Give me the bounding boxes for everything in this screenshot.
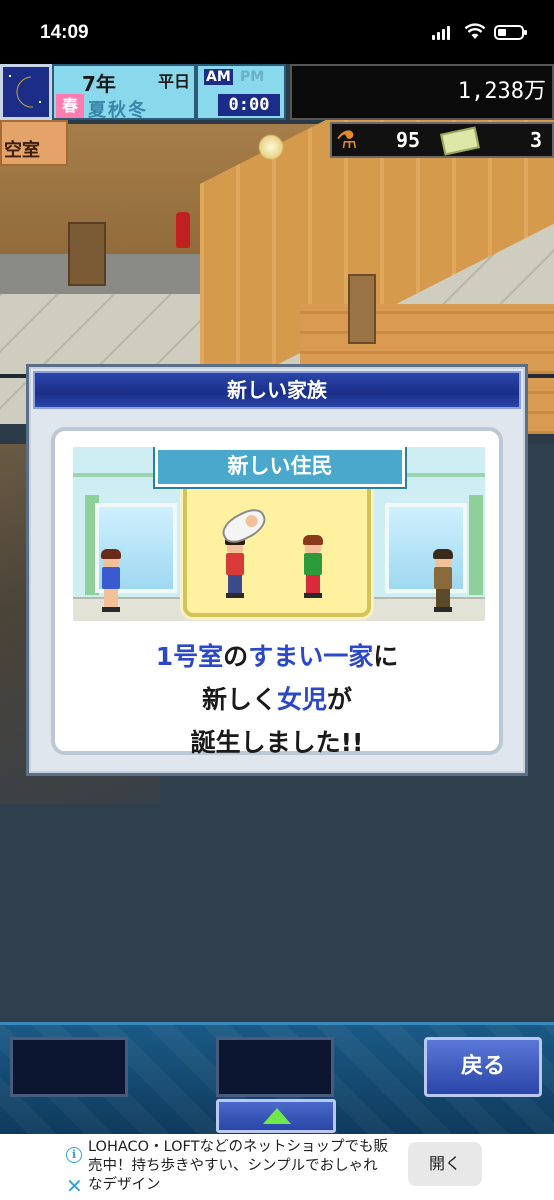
battery-icon bbox=[494, 25, 527, 40]
message-text: の bbox=[223, 642, 249, 671]
ad-open-button[interactable]: 開く bbox=[408, 1142, 482, 1186]
close-icon[interactable]: ✕ bbox=[66, 1176, 83, 1196]
fire-extinguisher-icon bbox=[176, 212, 190, 248]
baby-gender: 女児 bbox=[276, 685, 327, 714]
room-number: 1号室 bbox=[155, 642, 224, 671]
expand-menu-button[interactable] bbox=[216, 1099, 336, 1133]
bottom-toolbar: 戻る bbox=[0, 1022, 554, 1134]
room-door[interactable] bbox=[348, 274, 376, 344]
spotlight-panel bbox=[183, 473, 371, 617]
status-bar: 14:09 bbox=[0, 0, 554, 64]
message-line-1: 1号室のすまい一家に bbox=[55, 635, 499, 678]
year-label: 7年 bbox=[82, 72, 116, 96]
new-resident-label: 新しい住民 bbox=[153, 447, 407, 489]
other-seasons: 夏秋冬 bbox=[88, 100, 148, 121]
message-text: 新しく bbox=[201, 685, 277, 714]
resident-girl-sprite bbox=[101, 549, 121, 613]
back-button[interactable]: 戻る bbox=[424, 1037, 542, 1097]
message-text: が bbox=[327, 685, 353, 714]
message-text: に bbox=[373, 642, 399, 671]
research-flask-icon: ⚗ bbox=[336, 126, 358, 154]
day-type-label: 平日 bbox=[158, 72, 191, 91]
clock-time: 0:00 bbox=[218, 94, 280, 116]
cellular-signal-icon bbox=[432, 26, 450, 40]
ticket-icon bbox=[440, 126, 480, 156]
mother-sprite bbox=[303, 535, 323, 599]
dialog-content: 新しい住民 1号室のすまい一家に 新しく女児が 誕生しました!! bbox=[51, 427, 503, 757]
arrow-up-icon bbox=[263, 1108, 291, 1124]
ceiling-lamp-icon bbox=[258, 134, 284, 160]
calendar-panel: 7年 平日 春 夏秋冬 bbox=[52, 64, 196, 121]
room-status-label: 空室 bbox=[0, 120, 68, 166]
ad-text[interactable]: LOHACO・LOFTなどのネットショップでも販売中！持ち歩きやすい、シンプルで… bbox=[88, 1138, 388, 1195]
birth-message: 1号室のすまい一家に 新しく女児が 誕生しました!! bbox=[55, 635, 499, 764]
father-sprite bbox=[225, 535, 245, 599]
research-points: 95 bbox=[396, 128, 421, 152]
ad-banner[interactable]: i ✕ LOHACO・LOFTなどのネットショップでも販売中！持ち歩きやすい、シ… bbox=[0, 1134, 554, 1200]
night-moon-icon[interactable] bbox=[0, 64, 52, 120]
resident-man-sprite bbox=[433, 549, 453, 613]
resources-panel: ⚗ 95 3 bbox=[330, 122, 554, 158]
clock-panel: AM PM 0:00 bbox=[196, 64, 286, 120]
status-time: 14:09 bbox=[40, 22, 89, 43]
toolbar-slot-center[interactable] bbox=[216, 1037, 334, 1097]
wifi-icon bbox=[464, 23, 486, 39]
current-season: 春 bbox=[56, 94, 84, 118]
message-line-2: 新しく女児が bbox=[55, 678, 499, 721]
message-line-3: 誕生しました!! bbox=[190, 728, 364, 757]
am-indicator: AM bbox=[204, 69, 233, 85]
room-door[interactable] bbox=[68, 222, 106, 286]
ad-info-icon[interactable]: i bbox=[66, 1147, 82, 1163]
dialog-title: 新しい家族 bbox=[33, 371, 521, 409]
new-family-dialog: 新しい家族 新しい住民 1号室のすまい一家に 新しく女児が 誕生しました!! bbox=[26, 364, 528, 776]
toolbar-slot-left[interactable] bbox=[10, 1037, 128, 1097]
ticket-count: 3 bbox=[529, 128, 542, 152]
pm-indicator: PM bbox=[240, 69, 265, 85]
money-display: 1,238万 bbox=[290, 64, 554, 120]
birth-scene-illustration: 新しい住民 bbox=[73, 447, 485, 621]
family-name: すまい一家 bbox=[248, 642, 374, 671]
